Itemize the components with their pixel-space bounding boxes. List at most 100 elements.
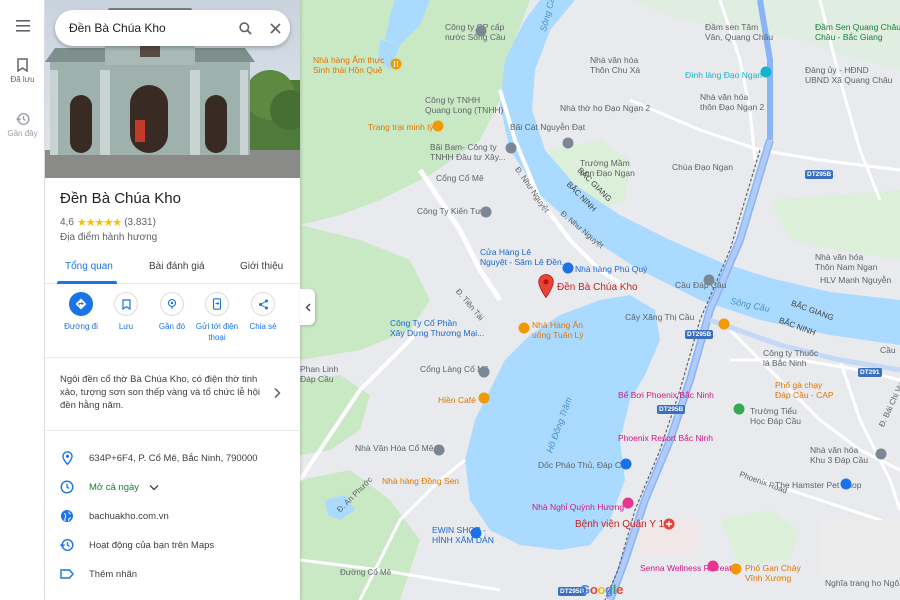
saved-button[interactable]: Đã lưu xyxy=(0,58,45,84)
saved-label: Đã lưu xyxy=(10,75,35,84)
selected-place-pin-icon[interactable] xyxy=(538,274,554,298)
poi-nha-van-hoa-dao-ngan[interactable]: Nhà văn hóa thôn Đạo Ngạn 2 xyxy=(700,92,764,112)
poi-hlv[interactable]: HLV Mạnh Nguyễn xyxy=(820,275,891,285)
send-to-phone-button[interactable]: Gửi tới điện thoại xyxy=(193,292,241,343)
poi-bai-bam[interactable]: Bãi Bam- Công ty TNHH Đầu tư Xây... xyxy=(430,142,505,162)
tab-reviews[interactable]: Bài đánh giá xyxy=(149,250,205,284)
poi-hien-cafe[interactable]: Hiền Café xyxy=(438,395,476,405)
place-icon[interactable] xyxy=(478,366,490,378)
hotel-icon[interactable] xyxy=(707,560,719,572)
share-icon xyxy=(258,299,268,309)
search-input[interactable]: Đền Bà Chúa Kho xyxy=(69,21,230,35)
save-button[interactable]: Lưu xyxy=(102,292,150,332)
poi-dam-sen-tam-van[interactable]: Đầm sen Tâm Vân, Quang Châu xyxy=(705,22,773,42)
poi-an-uong-tuan-ly[interactable]: Nhà Hàng Ăn uống Tuấn Lý xyxy=(532,320,584,340)
poi-phan-linh[interactable]: Phan Linh Đáp Cầu xyxy=(300,364,338,384)
hospital-icon[interactable] xyxy=(663,518,675,530)
poi-cau[interactable]: Cầu xyxy=(880,345,896,355)
poi-pho-gan-chay[interactable]: Phố Gan Chảy Vĩnh Xương xyxy=(745,563,801,583)
pet-shop-icon[interactable] xyxy=(840,478,852,490)
poi-pho-ga-chay[interactable]: Phố gà chạy Đáp Cầu - CAP xyxy=(775,380,834,400)
place-description[interactable]: Ngôi đền cổ thờ Bà Chúa Kho, có điện thờ… xyxy=(60,373,265,412)
poi-ewin-shop[interactable]: EWIN SHOP - HÌNH XĂM DÁN xyxy=(432,525,494,545)
poi-nha-van-hoa-co-me[interactable]: Nhà Văn Hóa Cổ Mê xyxy=(355,443,433,453)
school-icon[interactable] xyxy=(562,137,574,149)
menu-button[interactable] xyxy=(0,20,45,32)
poi-ubnd-quang-chau[interactable]: Đảng ủy - HĐND UBND Xã Quang Châu xyxy=(805,65,892,85)
poi-dam-sen-quang-chau[interactable]: Đầm Sen Quang Châu Châu - Bắc Giang xyxy=(815,22,900,42)
cafe-icon[interactable] xyxy=(478,392,490,404)
landmark-icon[interactable] xyxy=(703,274,715,286)
poi-nha-van-hoa-chu-xa[interactable]: Nhà văn hóa Thôn Chu Xá xyxy=(590,55,640,75)
place-category[interactable]: Địa điểm hành hương xyxy=(60,232,157,243)
poi-cay-xang[interactable]: Cây Xăng Thị Cầu xyxy=(625,312,694,322)
poi-quang-long[interactable]: Công ty TNHH Quang Long (TNHH) xyxy=(425,95,503,115)
place-icon[interactable] xyxy=(875,448,887,460)
clear-search-button[interactable] xyxy=(260,22,290,34)
shop-icon[interactable] xyxy=(562,262,574,274)
chevron-right-icon[interactable] xyxy=(273,387,281,399)
share-button[interactable]: Chia sẻ xyxy=(239,292,287,332)
restaurant-icon[interactable] xyxy=(390,58,402,70)
place-icon[interactable] xyxy=(433,444,445,456)
landmark-icon[interactable] xyxy=(620,458,632,470)
save-label: Lưu xyxy=(118,322,134,331)
poi-nha-nghi-quynh-huong[interactable]: Nhà Nghỉ Quỳnh Hương xyxy=(532,502,624,512)
pool-icon[interactable] xyxy=(733,403,745,415)
search-box[interactable]: Đền Bà Chúa Kho xyxy=(55,10,290,46)
landmark-icon[interactable] xyxy=(760,66,772,78)
poi-phoenix-resort[interactable]: Phoenix Resort Bắc Ninh xyxy=(618,433,713,443)
add-label-text: Thêm nhãn xyxy=(89,568,138,580)
restaurant-icon[interactable] xyxy=(730,563,742,575)
map-canvas[interactable]: Công ty CP cấp nước Sông Cầu Đầm sen Tâm… xyxy=(300,0,900,600)
hours-row[interactable]: Mở cả ngày xyxy=(45,473,300,501)
poi-nha-van-hoa-nam-ngan[interactable]: Nhà văn hóa Thôn Nam Ngạn xyxy=(815,252,877,272)
poi-dinh-lang-dao-ngan[interactable]: Đình làng Đạo Ngạn xyxy=(685,70,762,80)
poi-chua-dao-ngan[interactable]: Chùa Đạo Ngạn xyxy=(672,162,733,172)
directions-button[interactable]: Đường đi xyxy=(57,292,105,332)
place-icon[interactable] xyxy=(505,142,517,154)
poi-nha-van-hoa-khu-3[interactable]: Nhà văn hóa Khu 3 Đáp Cầu xyxy=(810,445,868,465)
poi-cua-hang-le[interactable]: Cửa Hàng Lê Nguyệt - Sâm Lê Đền... xyxy=(480,247,569,267)
search-button[interactable] xyxy=(230,21,260,35)
poi-nha-hang-am-thuc[interactable]: Nhà hàng Ẩm thực Sinh thái Hồn Quê xyxy=(313,55,384,75)
poi-nghia-trang[interactable]: Nghĩa trang ho Ngô xyxy=(825,578,899,588)
activity-text: Hoạt động của bạn trên Maps xyxy=(89,539,215,551)
restaurant-icon[interactable] xyxy=(432,120,444,132)
send-to-phone-label: Gửi tới điện thoại xyxy=(195,322,239,342)
hotel-icon[interactable] xyxy=(622,497,634,509)
add-label-row[interactable]: Thêm nhãn xyxy=(45,560,300,588)
recent-button[interactable]: Gần đây xyxy=(0,112,45,138)
shop-icon[interactable] xyxy=(470,527,482,539)
poi-doc-phao-thu[interactable]: Dốc Pháo Thủ, Đáp Cầu xyxy=(538,460,630,470)
poi-thuong-mai[interactable]: Công Ty Cổ Phần Xây Dựng Thương Mại... xyxy=(390,318,484,338)
collapse-panel-button[interactable] xyxy=(300,289,315,325)
restaurant-icon[interactable] xyxy=(718,318,730,330)
poi-cau-dap-cau[interactable]: Cầu Đáp Cầu xyxy=(675,280,727,290)
website-link[interactable]: bachuakho.com.vn xyxy=(89,511,169,522)
poi-phoenix-be-boi[interactable]: Bể Bơi Phoenix Bắc Ninh xyxy=(618,390,714,400)
tab-about[interactable]: Giới thiệu xyxy=(240,250,283,284)
poi-nha-hang-phu-quy[interactable]: Nhà hàng Phú Quý xyxy=(575,264,647,274)
address-row[interactable]: 634P+6F4, P. Cổ Mê, Bắc Ninh, 790000 xyxy=(45,444,300,472)
selected-place-label[interactable]: Đền Bà Chúa Kho xyxy=(557,283,638,293)
review-count[interactable]: (3.831) xyxy=(124,217,156,228)
place-icon[interactable] xyxy=(475,25,487,37)
poi-bai-cat[interactable]: Bãi Cát Nguyễn Đạt xyxy=(510,122,585,132)
nearby-button[interactable]: Gần đó xyxy=(148,292,196,332)
poi-thuoc-la[interactable]: Công ty Thuốc lá Bắc Ninh xyxy=(763,348,818,368)
activity-row[interactable]: Hoạt động của bạn trên Maps xyxy=(45,531,300,559)
tab-overview[interactable]: Tổng quan xyxy=(65,250,113,284)
restaurant-icon[interactable] xyxy=(518,322,530,334)
place-icon[interactable] xyxy=(480,206,492,218)
poi-truong-tieu-hoc[interactable]: Trường Tiểu Học Đáp Cầu xyxy=(750,406,801,426)
website-row[interactable]: bachuakho.com.vn xyxy=(45,502,300,530)
poi-trang-trai[interactable]: Trang trại minh lý xyxy=(368,122,433,132)
poi-dao-ngan-2[interactable]: Nhà thờ họ Đạo Ngạn 2 xyxy=(560,103,650,113)
poi-cong-co-me[interactable]: Cổng Cổ Mê xyxy=(436,173,484,183)
poi-nha-hang-dong-sen[interactable]: Nhà hàng Đồng Sen xyxy=(382,476,459,486)
poi-kien-tu[interactable]: Công Ty Kiến Tư xyxy=(417,206,481,216)
poi-benh-vien-110[interactable]: Bệnh viện Quân Y 110 xyxy=(575,520,675,530)
nearby-label: Gần đó xyxy=(158,322,186,331)
chevron-down-icon[interactable] xyxy=(149,484,159,491)
